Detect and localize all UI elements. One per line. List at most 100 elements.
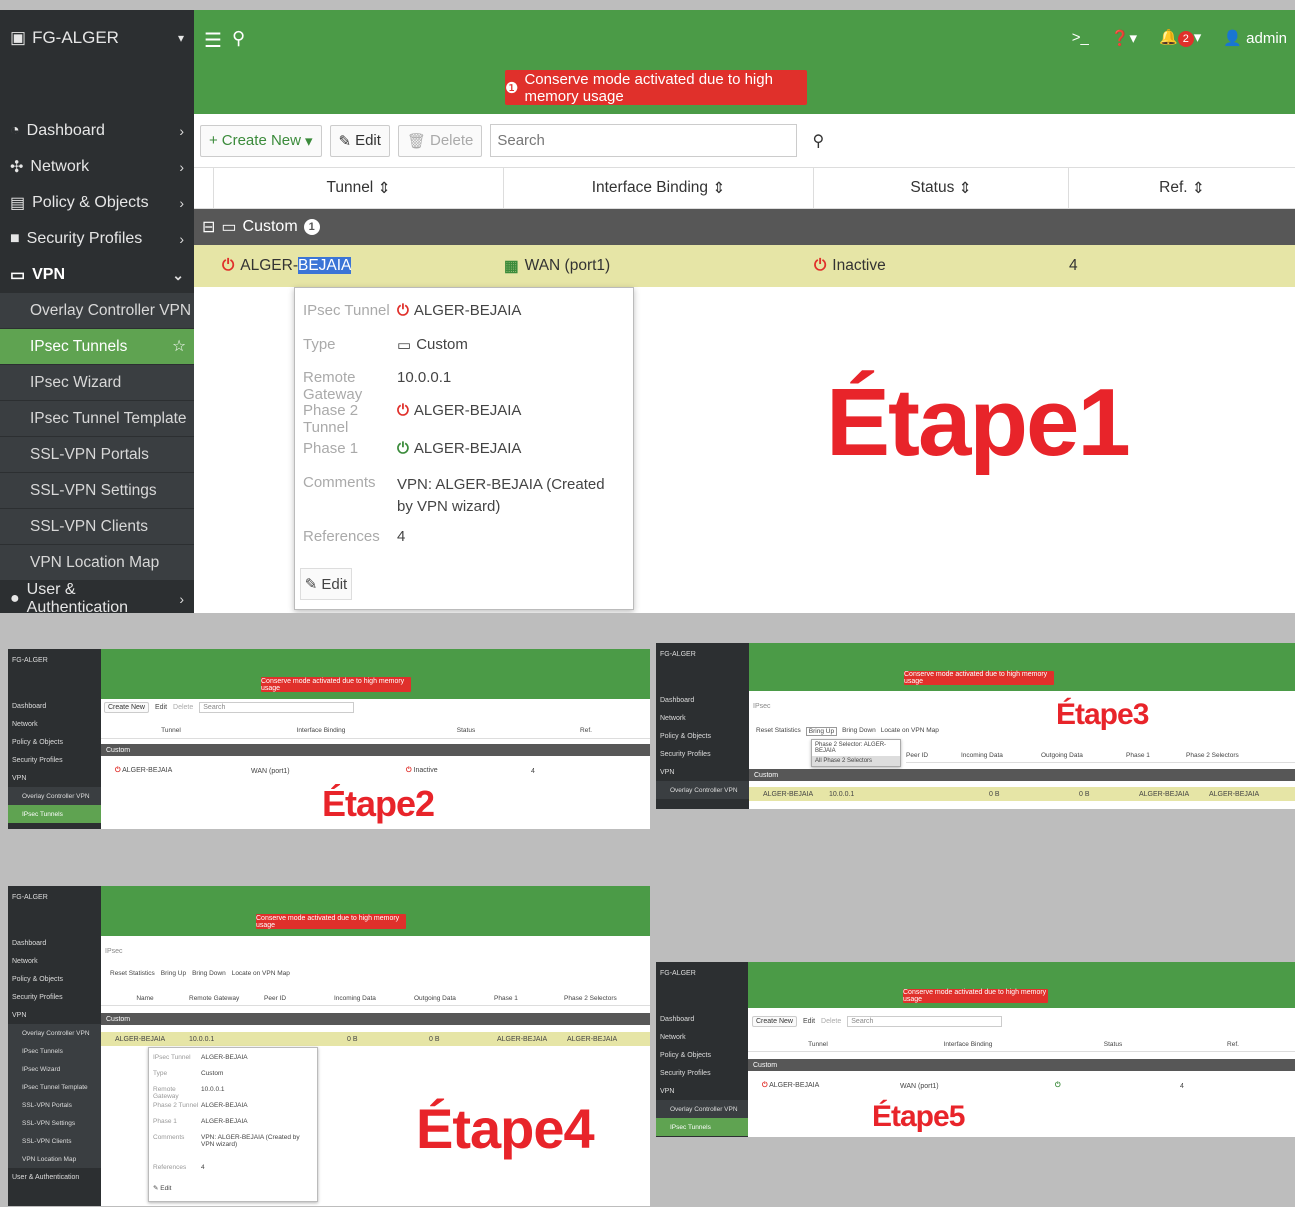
sidebar-item-policy[interactable]: Policy & Objects bbox=[656, 1046, 748, 1064]
sidebar-sub-ssl-portals[interactable]: SSL-VPN Portals bbox=[0, 437, 194, 473]
table-row[interactable]: ⏻ ALGER-BEJAIA ▦ WAN (port1) ⏻ Inactive … bbox=[194, 245, 1295, 287]
sidebar-sub-overlay[interactable]: Overlay Controller VPN bbox=[8, 787, 101, 805]
sidebar-item-security[interactable]: Security Profiles bbox=[656, 745, 749, 763]
locate-map-button[interactable]: Locate on VPN Map bbox=[881, 727, 939, 736]
column-name[interactable]: Name bbox=[101, 995, 189, 1002]
sidebar-item-dashboard[interactable]: Dashboard bbox=[8, 697, 101, 715]
monitor-row[interactable]: ALGER-BEJAIA 10.0.0.1 0 B 0 B ALGER-BEJA… bbox=[101, 1032, 650, 1046]
sidebar-item-vpn[interactable]: VPN bbox=[656, 763, 749, 781]
sidebar-item-network[interactable]: Network bbox=[656, 709, 749, 727]
sidebar-item-network[interactable]: Network bbox=[8, 952, 101, 970]
sidebar-item-vpn[interactable]: VPN bbox=[8, 769, 101, 787]
group-row-custom[interactable]: ⊟ ▭ Custom 1 bbox=[194, 209, 1295, 245]
bring-up-button[interactable]: Bring Up bbox=[161, 970, 186, 977]
locate-map-button[interactable]: Locate on VPN Map bbox=[232, 970, 290, 977]
sidebar-item-network[interactable]: Network bbox=[8, 715, 101, 733]
reset-statistics-button[interactable]: Reset Statistics bbox=[756, 727, 801, 736]
sidebar-sub-ssl-settings[interactable]: SSL-VPN Settings bbox=[8, 1114, 101, 1132]
sidebar-item-vpn[interactable]: ▭ VPN ⌄ bbox=[0, 257, 194, 293]
edit-button[interactable]: Edit bbox=[155, 704, 167, 711]
sidebar-sub-overlay[interactable]: Overlay Controller VPN bbox=[656, 1100, 748, 1118]
monitor-row[interactable]: ALGER-BEJAIA 10.0.0.1 0 B 0 B ALGER-BEJA… bbox=[749, 787, 1295, 801]
column-outgoing[interactable]: Outgoing Data bbox=[1041, 752, 1126, 759]
monitor-search-input[interactable]: IPsec bbox=[105, 948, 123, 955]
sidebar-item-vpn[interactable]: VPN bbox=[656, 1082, 748, 1100]
column-status[interactable]: Status bbox=[401, 727, 531, 734]
column-interface[interactable]: Interface Binding bbox=[241, 727, 401, 734]
sidebar-sub-ssl-portals[interactable]: SSL-VPN Portals bbox=[8, 1096, 101, 1114]
help-icon[interactable]: ❓▾ bbox=[1111, 29, 1137, 47]
column-status[interactable]: Status bbox=[1048, 1041, 1178, 1048]
sidebar-item-user-auth[interactable]: ● User & Authentication › bbox=[0, 581, 194, 613]
sidebar-sub-vpn-map[interactable]: VPN Location Map bbox=[0, 545, 194, 581]
dropdown-item-all-phase2[interactable]: All Phase 2 Selectors bbox=[812, 756, 900, 766]
column-peer-id[interactable]: Peer ID bbox=[264, 995, 334, 1002]
sidebar-item-security[interactable]: ■ Security Profiles › bbox=[0, 221, 194, 257]
column-gateway[interactable]: Remote Gateway bbox=[189, 995, 264, 1002]
sidebar-item-vpn[interactable]: VPN bbox=[8, 1006, 101, 1024]
reset-statistics-button[interactable]: Reset Statistics bbox=[110, 970, 155, 977]
column-status[interactable]: Status ⇕ bbox=[814, 168, 1069, 208]
delete-button[interactable]: Delete bbox=[821, 1018, 841, 1025]
column-interface[interactable]: Interface Binding bbox=[888, 1041, 1048, 1048]
sidebar-item-dashboard[interactable]: Dashboard bbox=[656, 1010, 748, 1028]
sidebar-sub-ipsec-tunnels[interactable]: IPsec Tunnels ☆ bbox=[0, 329, 194, 365]
sidebar-sub-ipsec-template[interactable]: IPsec Tunnel Template bbox=[8, 1078, 101, 1096]
edit-button[interactable]: ✎ Edit bbox=[329, 124, 390, 157]
delete-button[interactable]: Delete bbox=[173, 704, 193, 711]
sidebar-item-network[interactable]: Network bbox=[656, 1028, 748, 1046]
ref-value[interactable]: 4 bbox=[1069, 257, 1078, 275]
create-new-button[interactable]: + Create New ▾ bbox=[200, 124, 322, 157]
column-ref[interactable]: Ref. ⇕ bbox=[1069, 168, 1295, 208]
dropdown-item-phase2[interactable]: Phase 2 Selector: ALGER-BEJAIA bbox=[812, 740, 900, 756]
search-input[interactable]: Search bbox=[490, 124, 798, 157]
sidebar-sub-overlay[interactable]: Overlay Controller VPN bbox=[0, 293, 194, 329]
sidebar-item-policy[interactable]: Policy & Objects bbox=[8, 733, 101, 751]
tooltip-edit-button[interactable]: ✎ Edit bbox=[153, 1184, 171, 1192]
search-input[interactable]: Search bbox=[199, 702, 355, 713]
bring-up-button[interactable]: Bring Up bbox=[805, 727, 838, 736]
group-row-custom[interactable]: Custom bbox=[749, 769, 1295, 781]
cli-icon[interactable]: >_ bbox=[1072, 29, 1089, 46]
create-new-button[interactable]: Create New bbox=[104, 702, 149, 713]
table-row[interactable]: ⏻ ALGER-BEJAIA WAN (port1) ⏻ Inactive 4 bbox=[101, 764, 650, 778]
group-row-custom[interactable]: Custom bbox=[748, 1059, 1295, 1071]
star-icon[interactable]: ☆ bbox=[172, 337, 186, 356]
column-interface[interactable]: Interface Binding ⇕ bbox=[504, 168, 814, 208]
search-input[interactable]: Search bbox=[847, 1016, 1003, 1027]
sidebar-sub-ipsec-tunnels[interactable]: IPsec Tunnels bbox=[8, 805, 101, 823]
sidebar-item-security[interactable]: Security Profiles bbox=[8, 988, 101, 1006]
column-incoming[interactable]: Incoming Data bbox=[961, 752, 1041, 759]
device-name[interactable]: FG-ALGER bbox=[656, 962, 748, 984]
delete-button[interactable]: 🗑 Delete bbox=[397, 124, 483, 157]
user-menu[interactable]: 👤 admin bbox=[1223, 29, 1287, 47]
sidebar-item-user-auth[interactable]: User & Authentication bbox=[8, 1168, 101, 1186]
monitor-search-input[interactable]: IPsec bbox=[753, 703, 771, 710]
sidebar-item-network[interactable]: ✣ Network › bbox=[0, 149, 194, 185]
sidebar-item-policy[interactable]: ▤ Policy & Objects › bbox=[0, 185, 194, 221]
bring-down-button[interactable]: Bring Down bbox=[842, 727, 876, 736]
column-ref[interactable]: Ref. bbox=[531, 727, 641, 734]
column-phase1[interactable]: Phase 1 bbox=[1126, 752, 1186, 759]
sidebar-sub-ssl-clients[interactable]: SSL-VPN Clients bbox=[8, 1132, 101, 1150]
column-outgoing[interactable]: Outgoing Data bbox=[414, 995, 494, 1002]
sidebar-sub-overlay[interactable]: Overlay Controller VPN bbox=[8, 1024, 101, 1042]
sidebar-item-security[interactable]: Security Profiles bbox=[8, 751, 101, 769]
column-tunnel[interactable]: Tunnel bbox=[748, 1041, 888, 1048]
bring-down-button[interactable]: Bring Down bbox=[192, 970, 226, 977]
notifications-button[interactable]: 🔔 2 ▾ bbox=[1159, 28, 1201, 47]
sidebar-item-policy[interactable]: Policy & Objects bbox=[8, 970, 101, 988]
device-name[interactable]: FG-ALGER bbox=[656, 643, 749, 665]
group-row-custom[interactable]: Custom bbox=[101, 1013, 650, 1025]
sidebar-item-security[interactable]: Security Profiles bbox=[656, 1064, 748, 1082]
sidebar-sub-ipsec-tunnels[interactable]: IPsec Tunnels bbox=[656, 1118, 748, 1136]
column-phase1[interactable]: Phase 1 bbox=[494, 995, 564, 1002]
sidebar-item-dashboard[interactable]: Dashboard bbox=[656, 691, 749, 709]
sidebar-sub-ipsec-template[interactable]: IPsec Tunnel Template bbox=[0, 401, 194, 437]
sidebar-sub-ipsec-wizard[interactable]: IPsec Wizard bbox=[0, 365, 194, 401]
column-tunnel[interactable]: Tunnel ⇕ bbox=[214, 168, 504, 208]
column-incoming[interactable]: Incoming Data bbox=[334, 995, 414, 1002]
group-row-custom[interactable]: Custom bbox=[101, 744, 650, 756]
sidebar-sub-overlay[interactable]: Overlay Controller VPN bbox=[656, 781, 749, 799]
menu-icon[interactable]: ☰ bbox=[204, 28, 222, 53]
